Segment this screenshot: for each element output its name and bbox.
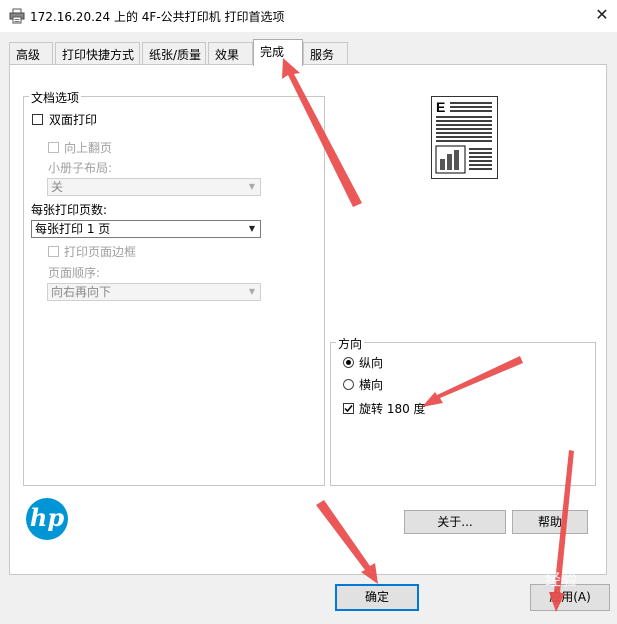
- flip-up-checkbox[interactable]: [48, 142, 59, 153]
- page-borders-checkbox[interactable]: [48, 246, 59, 257]
- page-borders-label: 打印页面边框: [64, 245, 137, 259]
- document-options-legend: 文档选项: [29, 89, 82, 106]
- chevron-down-icon: ▼: [248, 224, 256, 233]
- rotate-180-checkbox[interactable]: [343, 403, 354, 414]
- portrait-label: 纵向: [359, 356, 384, 370]
- rotate-180-label: 旋转 180 度: [359, 402, 426, 416]
- hp-logo: hp: [26, 498, 68, 540]
- title-bar: 172.16.20.24 上的 4F-公共打印机 打印首选项 ✕: [0, 0, 617, 32]
- landscape-label: 横向: [359, 378, 384, 392]
- booklet-layout-value: 关: [51, 180, 64, 194]
- pages-per-sheet-value: 每张打印 1 页: [35, 222, 111, 236]
- help-button[interactable]: 帮助: [512, 510, 588, 534]
- landscape-radio[interactable]: [343, 379, 354, 390]
- close-icon[interactable]: ✕: [592, 5, 612, 25]
- page-order-select[interactable]: 向右再向下 ▼: [47, 283, 261, 301]
- duplex-label: 双面打印: [49, 113, 98, 127]
- watermark: 经验: [545, 570, 578, 589]
- hp-logo-text: hp: [29, 503, 65, 532]
- flip-up-label: 向上翻页: [64, 141, 113, 155]
- pages-per-sheet-select[interactable]: 每张打印 1 页 ▼: [31, 220, 261, 238]
- tab-effects[interactable]: 效果: [208, 42, 253, 64]
- document-preview-graphic: E: [435, 99, 492, 174]
- tab-finishing[interactable]: 完成: [253, 39, 303, 66]
- tab-advanced[interactable]: 高级: [9, 42, 53, 64]
- portrait-radio[interactable]: [343, 357, 354, 368]
- radio-selected-dot: [346, 360, 351, 365]
- booklet-layout-select[interactable]: 关 ▼: [47, 178, 261, 196]
- booklet-layout-label: 小册子布局:: [48, 161, 113, 175]
- about-button[interactable]: 关于...: [404, 510, 506, 534]
- check-icon: [344, 405, 353, 413]
- tab-services[interactable]: 服务: [303, 42, 348, 64]
- page-order-label: 页面顺序:: [48, 266, 101, 280]
- preview-letter: E: [436, 99, 445, 115]
- duplex-checkbox[interactable]: [32, 114, 43, 125]
- window-title: 172.16.20.24 上的 4F-公共打印机 打印首选项: [30, 10, 285, 24]
- tab-paper-quality[interactable]: 纸张/质量: [142, 42, 206, 64]
- page-order-value: 向右再向下: [51, 285, 112, 299]
- pages-per-sheet-label: 每张打印页数:: [31, 203, 108, 217]
- printer-icon: [9, 8, 25, 24]
- ok-button[interactable]: 确定: [335, 584, 419, 611]
- document-preview-icon: E: [431, 96, 498, 179]
- tab-print-shortcuts[interactable]: 打印快捷方式: [55, 42, 140, 64]
- orientation-legend: 方向: [336, 335, 365, 352]
- chevron-down-icon: ▼: [248, 182, 256, 191]
- chevron-down-icon: ▼: [248, 287, 256, 296]
